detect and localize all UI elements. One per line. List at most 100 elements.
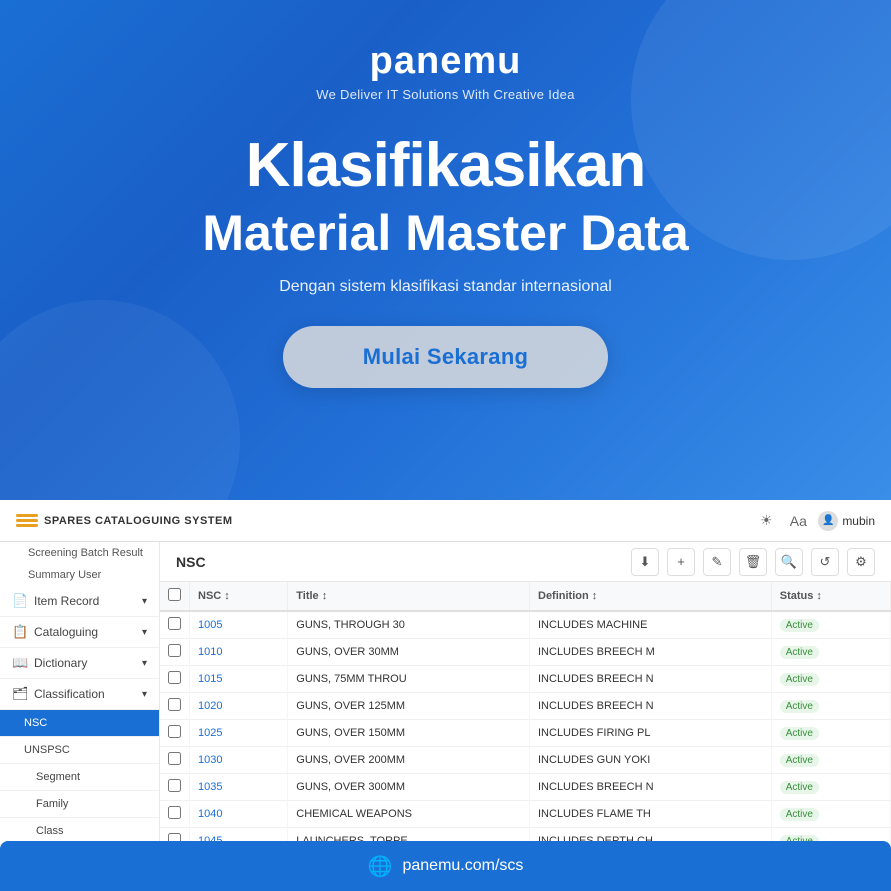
table-row: 1030 GUNS, OVER 200MM INCLUDES GUN YOKI … (160, 747, 891, 774)
search-button[interactable]: 🔍 (775, 548, 803, 576)
topbar-app-name: SPARES CATALOGUING SYSTEM (44, 515, 233, 527)
col-nsc[interactable]: NSC ↕ (190, 582, 288, 611)
sidebar-item-label: NSC (24, 717, 47, 729)
sidebar-item-cataloguing[interactable]: 📋 Cataloguing ▾ (0, 617, 159, 648)
translate-icon[interactable]: Aa (786, 509, 810, 533)
content-area: NSC ⬇ + ✎ 🗑 🔍 ↺ ⚙ NSC ↕ (160, 542, 891, 891)
col-checkbox (160, 582, 190, 611)
cell-checkbox[interactable] (160, 774, 190, 801)
cell-definition: INCLUDES FIRING PL (530, 720, 772, 747)
chevron-down-icon: ▾ (142, 627, 147, 638)
col-definition[interactable]: Definition ↕ (530, 582, 772, 611)
sidebar-item-label: Item Record (34, 594, 99, 608)
cell-nsc[interactable]: 1010 (190, 639, 288, 666)
table-row: 1025 GUNS, OVER 150MM INCLUDES FIRING PL… (160, 720, 891, 747)
table-row: 1040 CHEMICAL WEAPONS INCLUDES FLAME TH … (160, 801, 891, 828)
sidebar-item-item-record[interactable]: 📄 Item Record ▾ (0, 586, 159, 617)
cell-title: GUNS, OVER 300MM (288, 774, 530, 801)
hero-title-line1: Klasifikasikan (246, 132, 646, 200)
sidebar-item-nsc[interactable]: NSC (0, 710, 159, 737)
cell-checkbox[interactable] (160, 693, 190, 720)
cell-definition: INCLUDES BREECH N (530, 693, 772, 720)
cell-status: Active (771, 693, 890, 720)
topbar: SPARES CATALOGUING SYSTEM ☀ Aa 👤 mubin (0, 500, 891, 542)
chevron-down-icon: ▾ (142, 658, 147, 669)
edit-button[interactable]: ✎ (703, 548, 731, 576)
sidebar-item-label: Cataloguing (34, 625, 98, 639)
cell-title: GUNS, OVER 125MM (288, 693, 530, 720)
refresh-button[interactable]: ↺ (811, 548, 839, 576)
sidebar-item-segment[interactable]: Segment (0, 764, 159, 791)
user-menu[interactable]: 👤 mubin (818, 511, 875, 531)
sidebar: Screening Batch Result Summary User 📄 It… (0, 542, 160, 891)
delete-button[interactable]: 🗑 (739, 548, 767, 576)
item-record-icon: 📄 (12, 593, 28, 609)
settings-button[interactable]: ⚙ (847, 548, 875, 576)
cell-nsc[interactable]: 1035 (190, 774, 288, 801)
sidebar-item-screening-batch[interactable]: Screening Batch Result (0, 542, 159, 564)
col-title[interactable]: Title ↕ (288, 582, 530, 611)
cell-definition: INCLUDES BREECH N (530, 774, 772, 801)
col-status[interactable]: Status ↕ (771, 582, 890, 611)
cell-title: GUNS, OVER 200MM (288, 747, 530, 774)
add-button[interactable]: + (667, 548, 695, 576)
cell-nsc[interactable]: 1030 (190, 747, 288, 774)
cataloguing-icon: 📋 (12, 624, 28, 640)
sidebar-item-label: UNSPSC (24, 744, 70, 756)
brightness-icon[interactable]: ☀ (754, 509, 778, 533)
chevron-down-icon: ▾ (142, 689, 147, 700)
sidebar-item-summary-user[interactable]: Summary User (0, 564, 159, 586)
cell-nsc[interactable]: 1040 (190, 801, 288, 828)
cell-status: Active (771, 747, 890, 774)
hero-description: Dengan sistem klasifikasi standar intern… (279, 278, 612, 296)
cell-status: Active (771, 611, 890, 639)
cell-definition: INCLUDES BREECH M (530, 639, 772, 666)
sidebar-item-classification[interactable]: 🗂 Classification ▾ (0, 679, 159, 710)
cell-title: GUNS, THROUGH 30 (288, 611, 530, 639)
cell-nsc[interactable]: 1005 (190, 611, 288, 639)
cell-nsc[interactable]: 1025 (190, 720, 288, 747)
cell-nsc[interactable]: 1020 (190, 693, 288, 720)
app-section: SPARES CATALOGUING SYSTEM ☀ Aa 👤 mubin S… (0, 500, 891, 891)
cell-definition: INCLUDES FLAME TH (530, 801, 772, 828)
table-row: 1010 GUNS, OVER 30MM INCLUDES BREECH M A… (160, 639, 891, 666)
cell-checkbox[interactable] (160, 720, 190, 747)
sidebar-item-family[interactable]: Family (0, 791, 159, 818)
cell-checkbox[interactable] (160, 639, 190, 666)
select-all-checkbox[interactable] (168, 588, 181, 601)
cell-nsc[interactable]: 1015 (190, 666, 288, 693)
cell-status: Active (771, 666, 890, 693)
hero-section: panemu We Deliver IT Solutions With Crea… (0, 0, 891, 500)
dictionary-icon: 📖 (12, 655, 28, 671)
cell-checkbox[interactable] (160, 801, 190, 828)
topbar-logo-icon (16, 514, 38, 528)
overlay-text: panemu.com/scs (402, 857, 523, 875)
cell-checkbox[interactable] (160, 666, 190, 693)
sidebar-item-label: Family (36, 798, 68, 810)
cell-checkbox[interactable] (160, 747, 190, 774)
hero-title-line2: Material Master Data (202, 204, 688, 262)
cell-status: Active (771, 720, 890, 747)
export-button[interactable]: ⬇ (631, 548, 659, 576)
content-header: NSC ⬇ + ✎ 🗑 🔍 ↺ ⚙ (160, 542, 891, 582)
cell-definition: INCLUDES BREECH N (530, 666, 772, 693)
cell-title: GUNS, OVER 30MM (288, 639, 530, 666)
cell-definition: INCLUDES MACHINE (530, 611, 772, 639)
sidebar-item-dictionary[interactable]: 📖 Dictionary ▾ (0, 648, 159, 679)
table-row: 1020 GUNS, OVER 125MM INCLUDES BREECH N … (160, 693, 891, 720)
sidebar-item-label: Dictionary (34, 656, 87, 670)
sidebar-item-label: Segment (36, 771, 80, 783)
cta-button[interactable]: Mulai Sekarang (283, 326, 609, 388)
cell-title: GUNS, OVER 150MM (288, 720, 530, 747)
cell-status: Active (771, 801, 890, 828)
main-layout: Screening Batch Result Summary User 📄 It… (0, 542, 891, 891)
logo-text: panemu (370, 40, 522, 82)
avatar: 👤 (818, 511, 838, 531)
bottom-overlay: 🌐 panemu.com/scs (0, 841, 891, 891)
content-title: NSC (176, 554, 623, 570)
cell-checkbox[interactable] (160, 611, 190, 639)
username: mubin (842, 514, 875, 528)
logo-area: panemu We Deliver IT Solutions With Crea… (316, 40, 575, 102)
sidebar-item-label: Class (36, 825, 64, 837)
sidebar-item-unspsc[interactable]: UNSPSC (0, 737, 159, 764)
